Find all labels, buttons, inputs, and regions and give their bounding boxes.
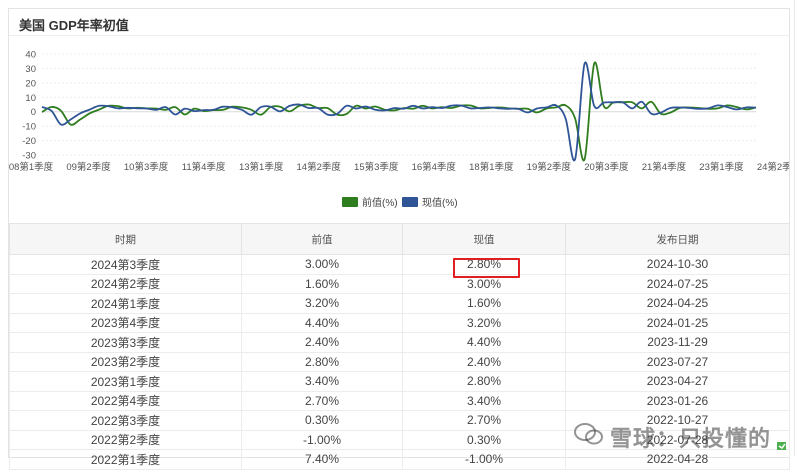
- cell-actual: 0.30%: [402, 429, 566, 450]
- y-tick-label: -30: [22, 151, 36, 162]
- highlight-box: [453, 258, 520, 278]
- legend-label: 现值(%): [422, 196, 458, 209]
- cell-actual: 3.40%: [402, 390, 566, 411]
- cell-period: 2023第1季度: [9, 371, 242, 392]
- watermark-text: 雪球：只投懂的: [610, 426, 772, 451]
- y-tick-label: 20: [25, 78, 36, 89]
- x-tick-label: 16第4季度: [412, 161, 457, 173]
- gdp-line-chart: 40 30 20 10 0 -10 -20 -3008第1季度 09第2季度 10第3季度 11第4…: [9, 50, 789, 210]
- cell-actual: 4.40%: [402, 332, 566, 353]
- watermark: 雪球：只投懂的: [574, 417, 799, 457]
- y-tick-label: -10: [22, 122, 36, 133]
- cell-release-date: 2024-01-25: [565, 312, 790, 333]
- cell-actual: 1.60%: [402, 293, 566, 314]
- legend-label: 前值(%): [362, 196, 398, 209]
- y-tick-label: 10: [25, 93, 36, 104]
- share-icon[interactable]: [776, 440, 788, 452]
- table-row[interactable]: 2023第1季度 3.40% 2.80% 2023-04-27: [9, 371, 790, 392]
- cell-previous: 1.60%: [241, 273, 403, 294]
- cell-period: 2024第1季度: [9, 293, 242, 314]
- x-tick-label: 13第1季度: [239, 161, 284, 173]
- x-tick-label: 23第1季度: [699, 161, 744, 173]
- cell-period: 2022第1季度: [9, 449, 242, 470]
- cell-previous: 0.30%: [241, 410, 403, 431]
- x-tick-label: 10第3季度: [124, 161, 169, 173]
- cell-actual: 3.20%: [402, 312, 566, 333]
- legend-swatch: [342, 197, 358, 207]
- scroll-edge: [794, 0, 795, 456]
- cell-period: 2023第3季度: [9, 332, 242, 353]
- cell-previous: 3.00%: [241, 254, 403, 275]
- cell-period: 2024第2季度: [9, 273, 242, 294]
- cell-period: 2022第3季度: [9, 410, 242, 431]
- cell-previous: 2.70%: [241, 390, 403, 411]
- chat-bubbles-icon: [574, 423, 603, 445]
- table-row[interactable]: 2024第3季度 3.00% 2.80% 2024-10-30: [9, 254, 790, 275]
- cell-actual: -1.00%: [402, 449, 566, 470]
- table-header-row: 时期 前值 现值 发布日期: [9, 223, 790, 255]
- cell-release-date: 2024-10-30: [565, 254, 790, 275]
- header-actual[interactable]: 现值: [402, 223, 566, 255]
- cell-previous: 3.40%: [241, 371, 403, 392]
- y-tick-label: -20: [22, 136, 36, 147]
- x-tick-label: 14第2季度: [297, 161, 342, 173]
- cell-period: 2023第4季度: [9, 312, 242, 333]
- cell-period: 2023第2季度: [9, 351, 242, 372]
- legend-swatch: [402, 197, 418, 207]
- cell-actual: 2.40%: [402, 351, 566, 372]
- cell-period: 2024第3季度: [9, 254, 242, 275]
- x-tick-label: 08第1季度: [9, 161, 54, 173]
- table-row[interactable]: 2023第3季度 2.40% 4.40% 2023-11-29: [9, 332, 790, 353]
- x-tick-label: 24第2季度: [757, 161, 789, 173]
- x-tick-label: 21第4季度: [642, 161, 687, 173]
- cell-period: 2022第4季度: [9, 390, 242, 411]
- cell-period: 2022第2季度: [9, 429, 242, 450]
- table-row[interactable]: 2023第4季度 4.40% 3.20% 2024-01-25: [9, 312, 790, 333]
- header-release-date[interactable]: 发布日期: [565, 223, 790, 255]
- x-tick-label: 18第1季度: [469, 161, 514, 173]
- cell-previous: 7.40%: [241, 449, 403, 470]
- cell-release-date: 2023-11-29: [565, 332, 790, 353]
- cell-release-date: 2023-01-26: [565, 390, 790, 411]
- cell-previous: 2.80%: [241, 351, 403, 372]
- cell-actual: 2.80%: [402, 371, 566, 392]
- table-row[interactable]: 2024第1季度 3.20% 1.60% 2024-04-25: [9, 293, 790, 314]
- cell-actual: 2.70%: [402, 410, 566, 431]
- cell-previous: 3.20%: [241, 293, 403, 314]
- header-period[interactable]: 时期: [9, 223, 242, 255]
- x-tick-label: 20第3季度: [584, 161, 629, 173]
- y-tick-label: 30: [25, 64, 36, 75]
- x-tick-label: 11第4季度: [182, 161, 226, 173]
- table-row[interactable]: 2024第2季度 1.60% 3.00% 2024-07-25: [9, 273, 790, 294]
- x-tick-label: 19第2季度: [527, 161, 572, 173]
- table-row[interactable]: 2023第2季度 2.80% 2.40% 2023-07-27: [9, 351, 790, 372]
- y-tick-label: 40: [25, 50, 36, 61]
- cell-previous: -1.00%: [241, 429, 403, 450]
- cell-release-date: 2023-07-27: [565, 351, 790, 372]
- cell-release-date: 2024-04-25: [565, 293, 790, 314]
- y-tick-label: 0: [31, 107, 36, 118]
- chart-panel: 美国 GDP年率初值 40 30 20 10 0 -10 -20 -30 08第1季度 09第2季…: [8, 8, 790, 470]
- cell-previous: 2.40%: [241, 332, 403, 353]
- header-previous[interactable]: 前值: [241, 223, 403, 255]
- cell-previous: 4.40%: [241, 312, 403, 333]
- table-row[interactable]: 2022第4季度 2.70% 3.40% 2023-01-26: [9, 390, 790, 411]
- cell-release-date: 2024-07-25: [565, 273, 790, 294]
- x-tick-label: 09第2季度: [66, 161, 111, 173]
- x-tick-label: 15第3季度: [354, 161, 399, 173]
- cell-release-date: 2023-04-27: [565, 371, 790, 392]
